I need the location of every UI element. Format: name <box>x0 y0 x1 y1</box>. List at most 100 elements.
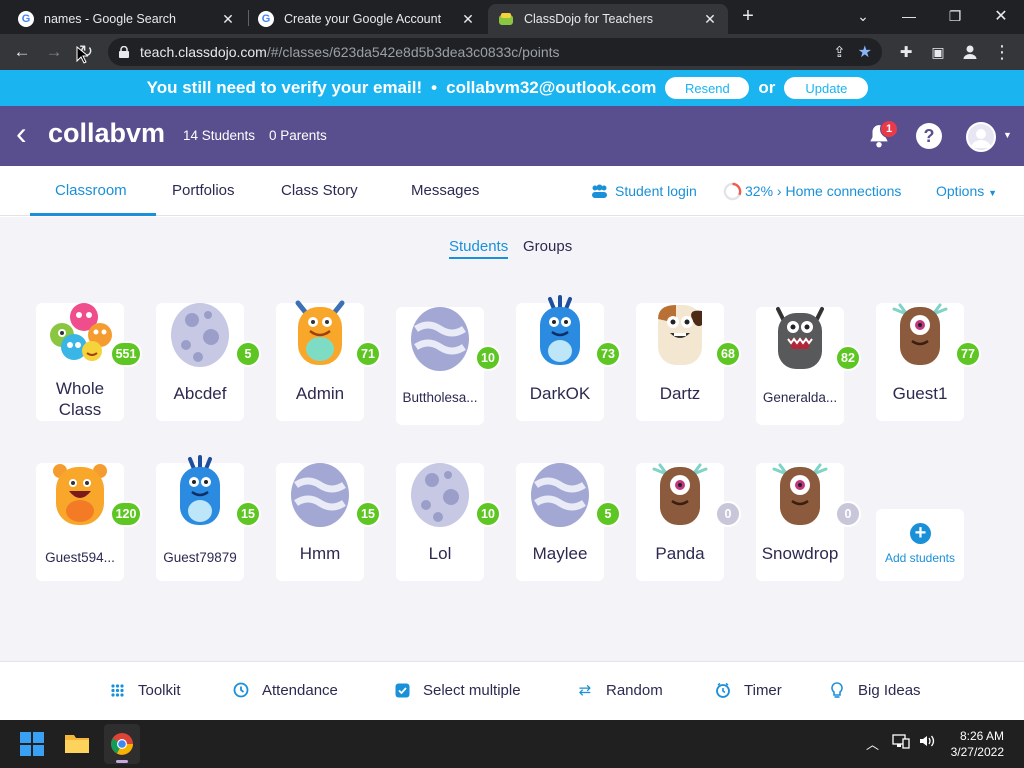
tab-title: names - Google Search <box>44 12 177 26</box>
parents-count[interactable]: 0 Parents <box>269 128 327 143</box>
add-students-label: Add students <box>884 551 956 565</box>
notification-count-badge: 1 <box>880 120 898 138</box>
groups-view-toggle[interactable]: Groups <box>523 238 572 255</box>
network-icon[interactable] <box>892 733 910 754</box>
attendance-button[interactable]: Attendance <box>232 681 338 699</box>
big-ideas-button[interactable]: Big Ideas <box>828 681 921 699</box>
points-badge: 0 <box>835 501 861 527</box>
browser-tab-create-account[interactable]: G Create your Google Account ✕ <box>248 4 486 34</box>
toolkit-button[interactable]: Toolkit <box>108 681 181 699</box>
back-arrow-icon[interactable]: ← <box>8 38 36 66</box>
student-name: Dartz <box>659 384 701 403</box>
egg-avatar <box>291 463 349 527</box>
close-tab-icon[interactable]: ✕ <box>220 11 236 28</box>
points-badge: 10 <box>475 501 501 527</box>
points-badge: 77 <box>955 341 981 367</box>
student-card-abcdef[interactable]: 5 Abcdef <box>156 303 261 421</box>
active-tab-underline <box>30 213 156 216</box>
student-name: Snowdrop <box>761 544 839 563</box>
add-students-button[interactable]: + Add students <box>876 509 964 581</box>
one-eyed-monster-avatar <box>892 303 948 365</box>
points-badge: 5 <box>595 501 621 527</box>
chrome-taskbar-button[interactable] <box>104 724 140 764</box>
student-card-maylee[interactable]: 5 Maylee <box>516 463 621 581</box>
account-dropdown-icon[interactable]: ▼ <box>1003 130 1012 140</box>
volume-icon[interactable] <box>918 733 936 754</box>
side-panel-icon[interactable]: ▣ <box>924 38 952 66</box>
student-name: Generalda... <box>762 390 838 405</box>
student-name: Admin <box>295 384 345 403</box>
toolkit-label: Toolkit <box>138 681 181 699</box>
browser-tab-google-search[interactable]: G names - Google Search ✕ <box>8 4 246 34</box>
or-text: or <box>758 78 776 97</box>
one-eyed-monster-avatar <box>652 463 708 525</box>
student-card-admin[interactable]: 71 Admin <box>276 300 381 421</box>
student-card-darkok[interactable]: 73 DarkOK <box>516 295 621 421</box>
students-count[interactable]: 14 Students <box>183 128 255 143</box>
student-card-guest1[interactable]: 77 Guest1 <box>876 303 981 421</box>
file-explorer-icon[interactable] <box>64 732 90 759</box>
points-badge: 73 <box>595 341 621 367</box>
new-tab-button[interactable]: + <box>730 4 766 28</box>
close-tab-icon[interactable]: ✕ <box>460 11 476 28</box>
blue-monster-avatar <box>180 455 220 525</box>
student-card-dartz[interactable]: 68 Dartz <box>636 303 741 421</box>
student-card-snowdrop[interactable]: 0 Snowdrop <box>756 463 861 581</box>
forward-arrow-icon[interactable]: → <box>40 38 68 66</box>
address-bar[interactable]: teach.classdojo.com/#/classes/623da542e8… <box>108 38 882 66</box>
update-button[interactable]: Update <box>784 77 869 99</box>
tab-messages[interactable]: Messages <box>411 182 479 199</box>
tab-search-chevron-icon[interactable]: ⌄ <box>845 4 881 28</box>
points-badge: 5 <box>235 341 261 367</box>
restore-button[interactable]: ❐ <box>937 4 973 28</box>
student-card-guest594[interactable]: 120 Guest594... <box>36 463 142 581</box>
back-chevron-icon[interactable]: ‹ <box>16 117 27 149</box>
student-card-panda[interactable]: 0 Panda <box>636 463 741 581</box>
students-view-toggle[interactable]: Students <box>449 238 509 259</box>
tab-class-story[interactable]: Class Story <box>281 182 358 199</box>
home-connections-link[interactable]: 32% › Home connections <box>745 183 901 199</box>
clock-icon <box>232 681 250 699</box>
select-multiple-button[interactable]: Select multiple <box>393 681 521 699</box>
student-card-generalda[interactable]: 82 Generalda... <box>756 307 861 425</box>
timer-button[interactable]: Timer <box>714 681 782 699</box>
verify-email-address: collabvm32@outlook.com <box>446 78 657 97</box>
student-name: Guest594... <box>45 550 115 565</box>
options-dropdown[interactable]: Options ▼ <box>936 183 997 199</box>
student-card-lol[interactable]: 10 Lol <box>396 463 501 581</box>
resend-button[interactable]: Resend <box>665 77 750 99</box>
extensions-puzzle-icon[interactable]: ✚ <box>892 38 920 66</box>
random-label: Random <box>606 681 663 699</box>
student-card-buttholesa[interactable]: 10 Buttholesa... <box>396 307 501 425</box>
classdojo-icon <box>499 13 513 25</box>
points-badge: 82 <box>835 345 861 371</box>
browser-tab-classdojo[interactable]: ClassDojo for Teachers ✕ <box>488 4 728 34</box>
tray-chevron-icon[interactable]: ︿ <box>866 734 879 753</box>
tab-classroom[interactable]: Classroom <box>55 182 127 199</box>
shuffle-icon: ⇄ <box>578 682 592 699</box>
orange-monster-avatar <box>53 464 107 525</box>
windows-start-icon[interactable] <box>20 732 44 761</box>
random-button[interactable]: ⇄ Random <box>576 681 663 700</box>
grid-icon <box>108 681 126 699</box>
account-avatar[interactable] <box>966 122 996 152</box>
student-card-whole-class[interactable]: 551 Whole Class <box>36 303 142 421</box>
student-login-link[interactable]: Student login <box>615 183 697 199</box>
bookmark-star-icon[interactable]: ★ <box>858 42 872 62</box>
timer-icon <box>714 681 732 699</box>
browser-menu-icon[interactable]: ⋮ <box>988 38 1016 66</box>
minimize-button[interactable]: — <box>891 4 927 28</box>
tab-portfolios[interactable]: Portfolios <box>172 182 235 199</box>
window-close-button[interactable]: ✕ <box>983 4 1019 28</box>
class-name: collabvm <box>48 118 166 148</box>
help-icon[interactable]: ? <box>916 123 942 149</box>
taskbar-clock[interactable]: 8:26 AM 3/27/2022 <box>951 728 1004 760</box>
share-icon[interactable]: ⇪ <box>833 43 846 61</box>
close-tab-icon[interactable]: ✕ <box>702 11 718 28</box>
student-card-hmm[interactable]: 15 Hmm <box>276 463 381 581</box>
profile-icon[interactable] <box>956 38 984 66</box>
student-card-guest79879[interactable]: 15 Guest79879 <box>156 455 261 581</box>
add-plus-icon: + <box>910 523 931 544</box>
points-badge: 0 <box>715 501 741 527</box>
tab-title: ClassDojo for Teachers <box>524 12 653 26</box>
